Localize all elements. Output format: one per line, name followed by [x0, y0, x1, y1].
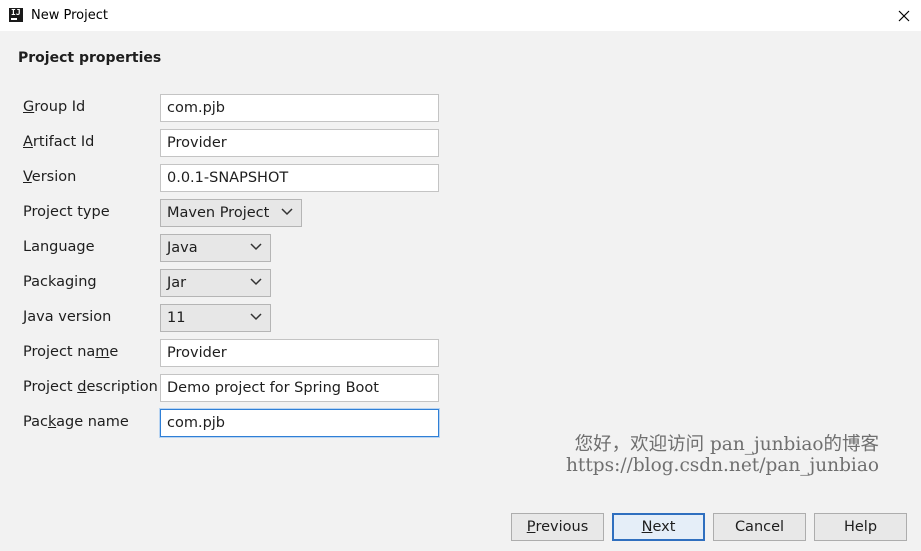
project-type-select[interactable]: Maven Project [160, 199, 302, 227]
project-name-mnemonic: m [95, 344, 110, 360]
group-id-mnemonic: G [23, 99, 35, 115]
version-label: Version [23, 169, 76, 185]
language-select[interactable]: Java [160, 234, 271, 262]
artifact-id-label-rest: rtifact Id [32, 134, 95, 150]
java-version-select[interactable]: 11 [160, 304, 271, 332]
group-id-label: Group Id [23, 99, 85, 115]
close-button[interactable] [887, 0, 921, 31]
group-id-label-rest: roup Id [34, 99, 86, 115]
java-version-label: Java version [23, 309, 112, 325]
package-name-mnemonic: k [47, 414, 57, 430]
package-name-label-pre: Pac [23, 414, 48, 430]
help-button[interactable]: Help [814, 513, 907, 541]
app-icon-text: IJ [11, 8, 21, 17]
packaging-value: Jar [167, 275, 187, 291]
version-input[interactable]: 0.0.1-SNAPSHOT [160, 164, 439, 192]
project-name-input[interactable]: Provider [160, 339, 439, 367]
project-description-label-post: escription [86, 379, 158, 395]
intellij-app-icon: IJ [9, 8, 23, 22]
previous-button[interactable]: Previous [511, 513, 604, 541]
project-name-label-pre: Project na [23, 344, 96, 360]
version-label-rest: ersion [31, 169, 77, 185]
package-name-input[interactable]: com.pjb [160, 409, 439, 437]
language-value: Java [167, 240, 198, 256]
previous-label-rest: revious [535, 519, 589, 535]
next-button[interactable]: Next [612, 513, 705, 541]
next-label-rest: ext [652, 519, 676, 535]
chevron-down-icon [281, 208, 293, 216]
close-icon [898, 10, 910, 21]
chevron-down-icon [250, 313, 262, 321]
project-type-value: Maven Project [167, 205, 270, 221]
project-description-label: Project description [23, 379, 158, 395]
packaging-label: Packaging [23, 274, 97, 290]
artifact-id-label: Artifact Id [23, 134, 94, 150]
project-name-label-post: e [109, 344, 119, 360]
language-label: Language [23, 239, 95, 255]
artifact-id-input[interactable]: Provider [160, 129, 439, 157]
project-type-label: Project type [23, 204, 110, 220]
version-mnemonic: V [23, 169, 32, 185]
watermark-line1: 您好，欢迎访问 pan_junbiao的博客 [574, 434, 879, 455]
title-bar: IJ New Project [0, 0, 921, 31]
chevron-down-icon [250, 278, 262, 286]
previous-mnemonic: P [526, 519, 536, 535]
section-title: Project properties [18, 50, 162, 66]
watermark-line2: https://blog.csdn.net/pan_junbiao [566, 455, 879, 476]
java-version-value: 11 [167, 310, 186, 326]
group-id-input[interactable]: com.pjb [160, 94, 439, 122]
cancel-button[interactable]: Cancel [713, 513, 806, 541]
project-description-input[interactable]: Demo project for Spring Boot [160, 374, 439, 402]
packaging-select[interactable]: Jar [160, 269, 271, 297]
project-name-label: Project name [23, 344, 118, 360]
next-mnemonic: N [641, 519, 653, 535]
artifact-id-mnemonic: A [23, 134, 33, 150]
package-name-label-post: age name [56, 414, 129, 430]
chevron-down-icon [250, 243, 262, 251]
project-description-label-pre: Project [23, 379, 78, 395]
window-title: New Project [31, 8, 108, 23]
package-name-label: Package name [23, 414, 129, 430]
